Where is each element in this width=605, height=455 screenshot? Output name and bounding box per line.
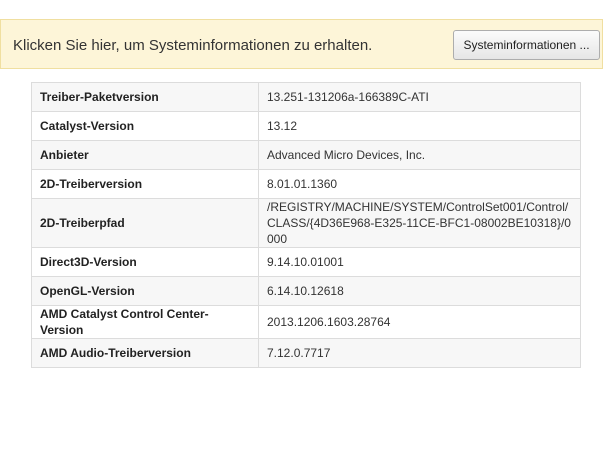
row-value: 8.01.01.1360 [258, 169, 581, 199]
system-info-message: Klicken Sie hier, um Systeminformationen… [13, 37, 373, 54]
row-value: 7.12.0.7717 [258, 338, 581, 368]
table-row: Catalyst-Version 13.12 [31, 111, 581, 141]
row-value: 6.14.10.12618 [258, 276, 581, 306]
table-row: AMD Catalyst Control Center-Version 2013… [31, 305, 581, 339]
system-info-button[interactable]: Systeminformationen ... [453, 30, 600, 60]
driver-info-table: Treiber-Paketversion 13.251-131206a-1663… [31, 82, 581, 368]
table-row: Anbieter Advanced Micro Devices, Inc. [31, 140, 581, 170]
table-row: 2D-Treiberversion 8.01.01.1360 [31, 169, 581, 199]
page: Klicken Sie hier, um Systeminformationen… [0, 0, 605, 455]
row-value: 9.14.10.01001 [258, 247, 581, 277]
table-row: 2D-Treiberpfad /REGISTRY/MACHINE/SYSTEM/… [31, 198, 581, 248]
row-label: 2D-Treiberversion [31, 169, 259, 199]
row-label: Anbieter [31, 140, 259, 170]
row-value: /REGISTRY/MACHINE/SYSTEM/ControlSet001/C… [258, 198, 581, 248]
row-value: 13.251-131206a-166389C-ATI [258, 82, 581, 112]
row-label: Treiber-Paketversion [31, 82, 259, 112]
row-value: Advanced Micro Devices, Inc. [258, 140, 581, 170]
row-label: AMD Audio-Treiberversion [31, 338, 259, 368]
system-info-bar: Klicken Sie hier, um Systeminformationen… [0, 19, 603, 69]
table-row: Treiber-Paketversion 13.251-131206a-1663… [31, 82, 581, 112]
row-label: AMD Catalyst Control Center-Version [31, 305, 259, 339]
row-label: OpenGL-Version [31, 276, 259, 306]
table-row: AMD Audio-Treiberversion 7.12.0.7717 [31, 338, 581, 368]
table-row: Direct3D-Version 9.14.10.01001 [31, 247, 581, 277]
table-row: OpenGL-Version 6.14.10.12618 [31, 276, 581, 306]
row-value: 2013.1206.1603.28764 [258, 305, 581, 339]
row-value: 13.12 [258, 111, 581, 141]
row-label: Catalyst-Version [31, 111, 259, 141]
row-label: 2D-Treiberpfad [31, 198, 259, 248]
row-label: Direct3D-Version [31, 247, 259, 277]
